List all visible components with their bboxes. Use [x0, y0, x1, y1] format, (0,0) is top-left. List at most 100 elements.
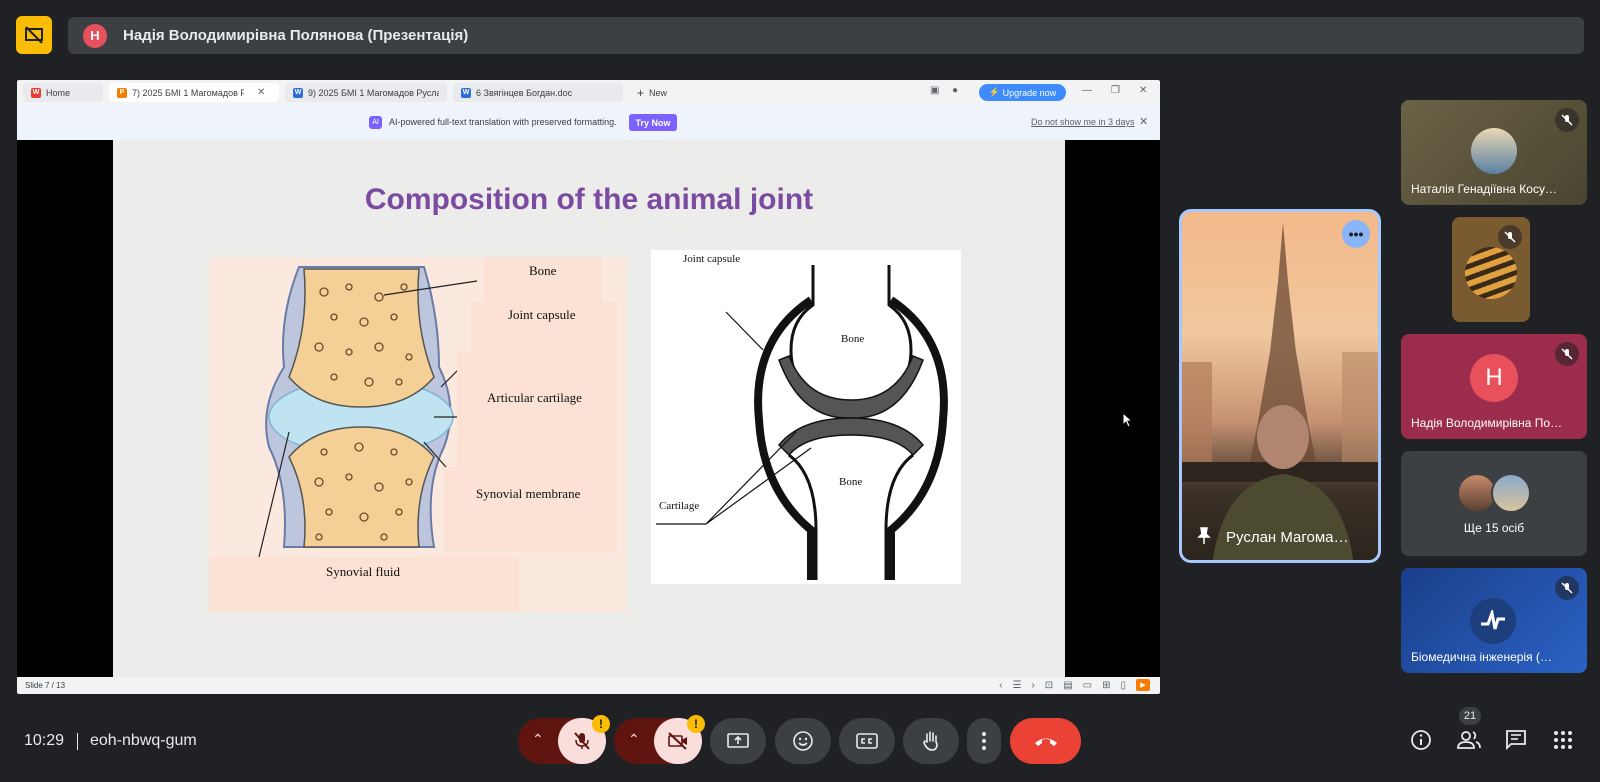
close-tab-icon[interactable]: ✕: [257, 87, 265, 98]
slide-list-icon[interactable]: ☰: [1012, 680, 1021, 691]
video-options-chevron-icon[interactable]: ⌃: [628, 731, 640, 748]
reactions-button[interactable]: [775, 718, 831, 764]
dismiss-link[interactable]: Do not show me in 3 days: [1031, 117, 1135, 127]
upgrade-label: Upgrade now: [1002, 87, 1057, 98]
slide: Composition of the animal joint Bone Joi…: [113, 140, 1065, 677]
mic-warning-icon: !: [592, 715, 610, 733]
restore-icon[interactable]: ❐: [1111, 85, 1120, 96]
clock: 10:29: [24, 732, 65, 749]
more-options-button[interactable]: [967, 718, 1001, 764]
end-call-button[interactable]: [1010, 718, 1081, 764]
focused-participant-name: Руслан Магома…: [1226, 529, 1349, 546]
tab-presentation[interactable]: P 7) 2025 БМІ 1 Магомадов Р ✕: [109, 83, 279, 102]
mic-off-icon: [1555, 576, 1579, 600]
present-icon: [727, 733, 749, 748]
new-tab-button[interactable]: + New: [629, 83, 689, 102]
shared-screen: W Home P 7) 2025 БМІ 1 Магомадов Р ✕ W 9…: [17, 80, 1160, 694]
play-slideshow-icon[interactable]: ▶: [1136, 679, 1150, 691]
joint-diagram-right: Joint capsule Bone Bone Cartilage: [651, 250, 961, 584]
captions-icon: [856, 733, 878, 749]
ai-icon: AI: [369, 116, 382, 129]
upgrade-button[interactable]: ⚡ Upgrade now: [979, 84, 1066, 101]
raise-hand-button[interactable]: [903, 718, 959, 764]
more-options-button[interactable]: •••: [1342, 220, 1370, 248]
prev-slide-icon[interactable]: ‹: [999, 680, 1002, 691]
mic-off-icon: [1555, 108, 1579, 132]
wps-icon: W: [31, 87, 41, 98]
label-cartilage: Cartilage: [659, 500, 700, 512]
present-screen-button[interactable]: [710, 718, 766, 764]
joint-diagram-left: Bone Joint capsule Articular cartilage S…: [209, 257, 627, 612]
participant-tile-1[interactable]: Наталія Генадіївна Косу…: [1401, 100, 1587, 205]
presenter-bar: Н Надія Володимирівна Полянова (Презента…: [68, 17, 1584, 54]
tab-label: Home: [46, 87, 71, 98]
mic-off-icon: [1555, 342, 1579, 366]
cursor-icon: [1122, 412, 1134, 428]
document-icon: W: [293, 87, 303, 98]
mic-off-icon: [1498, 225, 1522, 249]
more-participants-tile[interactable]: Ще 15 осіб: [1401, 451, 1587, 556]
sorter-view-icon[interactable]: ⊞: [1102, 680, 1110, 691]
browser-tab-bar: W Home P 7) 2025 БМІ 1 Магомадов Р ✕ W 9…: [17, 80, 1160, 105]
fit-icon[interactable]: ⊡: [1045, 680, 1053, 691]
reading-view-icon[interactable]: ▯: [1120, 680, 1126, 691]
label-bone: Bone: [529, 263, 557, 278]
camera-warning-icon: !: [687, 715, 705, 733]
participant-avatar: [1465, 247, 1517, 299]
hang-up-icon: [1034, 738, 1057, 746]
tab-document-2[interactable]: W 6 Звягінцев Богдан.doc: [453, 83, 623, 102]
translation-banner: AI AI-powered full-text translation with…: [17, 105, 1160, 140]
more-vert-icon: [982, 732, 986, 750]
people-count-badge: 21: [1459, 707, 1481, 725]
notes-icon[interactable]: ▤: [1063, 680, 1072, 691]
participant-name: Біомедична інженерія (…: [1411, 650, 1552, 664]
account-icon[interactable]: ●: [952, 85, 958, 96]
activities-icon[interactable]: [1552, 729, 1574, 751]
try-now-button[interactable]: Try Now: [629, 114, 677, 131]
normal-view-icon[interactable]: ▭: [1083, 680, 1092, 691]
tab-label: 7) 2025 БМІ 1 Магомадов Р: [132, 87, 244, 98]
meet-present-icon[interactable]: [16, 16, 52, 54]
participant-name: Наталія Генадіївна Косу…: [1411, 182, 1557, 196]
lightning-icon: ⚡: [988, 87, 1003, 97]
presentation-icon: P: [117, 87, 127, 98]
tab-document-1[interactable]: W 9) 2025 БМІ 1 Магомадов Руслан По: [285, 83, 447, 102]
chat-icon[interactable]: [1505, 729, 1527, 751]
next-slide-icon[interactable]: ›: [1031, 680, 1034, 691]
video-feed: [1182, 222, 1378, 560]
label-joint-capsule-right: Joint capsule: [683, 253, 741, 265]
focused-participant-tile[interactable]: ••• Руслан Магома…: [1179, 209, 1381, 563]
participant-avatar: [1471, 128, 1517, 174]
label-synovial-membrane: Synovial membrane: [476, 486, 581, 501]
label-bone-top: Bone: [841, 333, 865, 345]
label-articular-cartilage: Articular cartilage: [487, 390, 582, 405]
tab-label: 6 Звягінцев Богдан.doc: [476, 87, 573, 98]
info-icon[interactable]: [1410, 729, 1432, 751]
participant-tile-5[interactable]: Біомедична інженерія (…: [1401, 568, 1587, 673]
label-joint-capsule: Joint capsule: [508, 307, 576, 322]
camera-off-icon: [668, 732, 687, 750]
new-tab-label: New: [649, 87, 668, 98]
hand-icon: [923, 731, 938, 751]
emoji-icon: [793, 731, 813, 751]
participant-tile-2[interactable]: [1452, 217, 1530, 322]
presenter-title: Надія Володимирівна Полянова (Презентаці…: [123, 27, 469, 44]
tab-home[interactable]: W Home: [23, 83, 103, 102]
plus-icon: +: [637, 85, 645, 100]
audio-options-chevron-icon[interactable]: ⌃: [532, 731, 544, 748]
people-icon[interactable]: [1457, 729, 1481, 751]
layout-icon[interactable]: ▣: [930, 85, 939, 96]
slide-indicator: Slide 7 / 13: [25, 681, 66, 690]
pin-icon: [1197, 527, 1211, 544]
close-window-icon[interactable]: ✕: [1139, 85, 1147, 96]
minimize-icon[interactable]: —: [1082, 85, 1092, 96]
slide-viewport: Composition of the animal joint Bone Joi…: [17, 140, 1160, 677]
slide-title: Composition of the animal joint: [364, 183, 814, 216]
presentation-status-bar: Slide 7 / 13 ‹ ☰ › ⊡ ▤ ▭ ⊞ ▯ ▶: [17, 677, 1160, 694]
mic-off-icon: [574, 732, 590, 750]
close-banner-icon[interactable]: ✕: [1139, 115, 1148, 128]
captions-button[interactable]: [839, 718, 895, 764]
participant-tile-3[interactable]: Н Надія Володимирівна По…: [1401, 334, 1587, 439]
divider: [77, 733, 78, 750]
document-icon: W: [461, 87, 471, 98]
